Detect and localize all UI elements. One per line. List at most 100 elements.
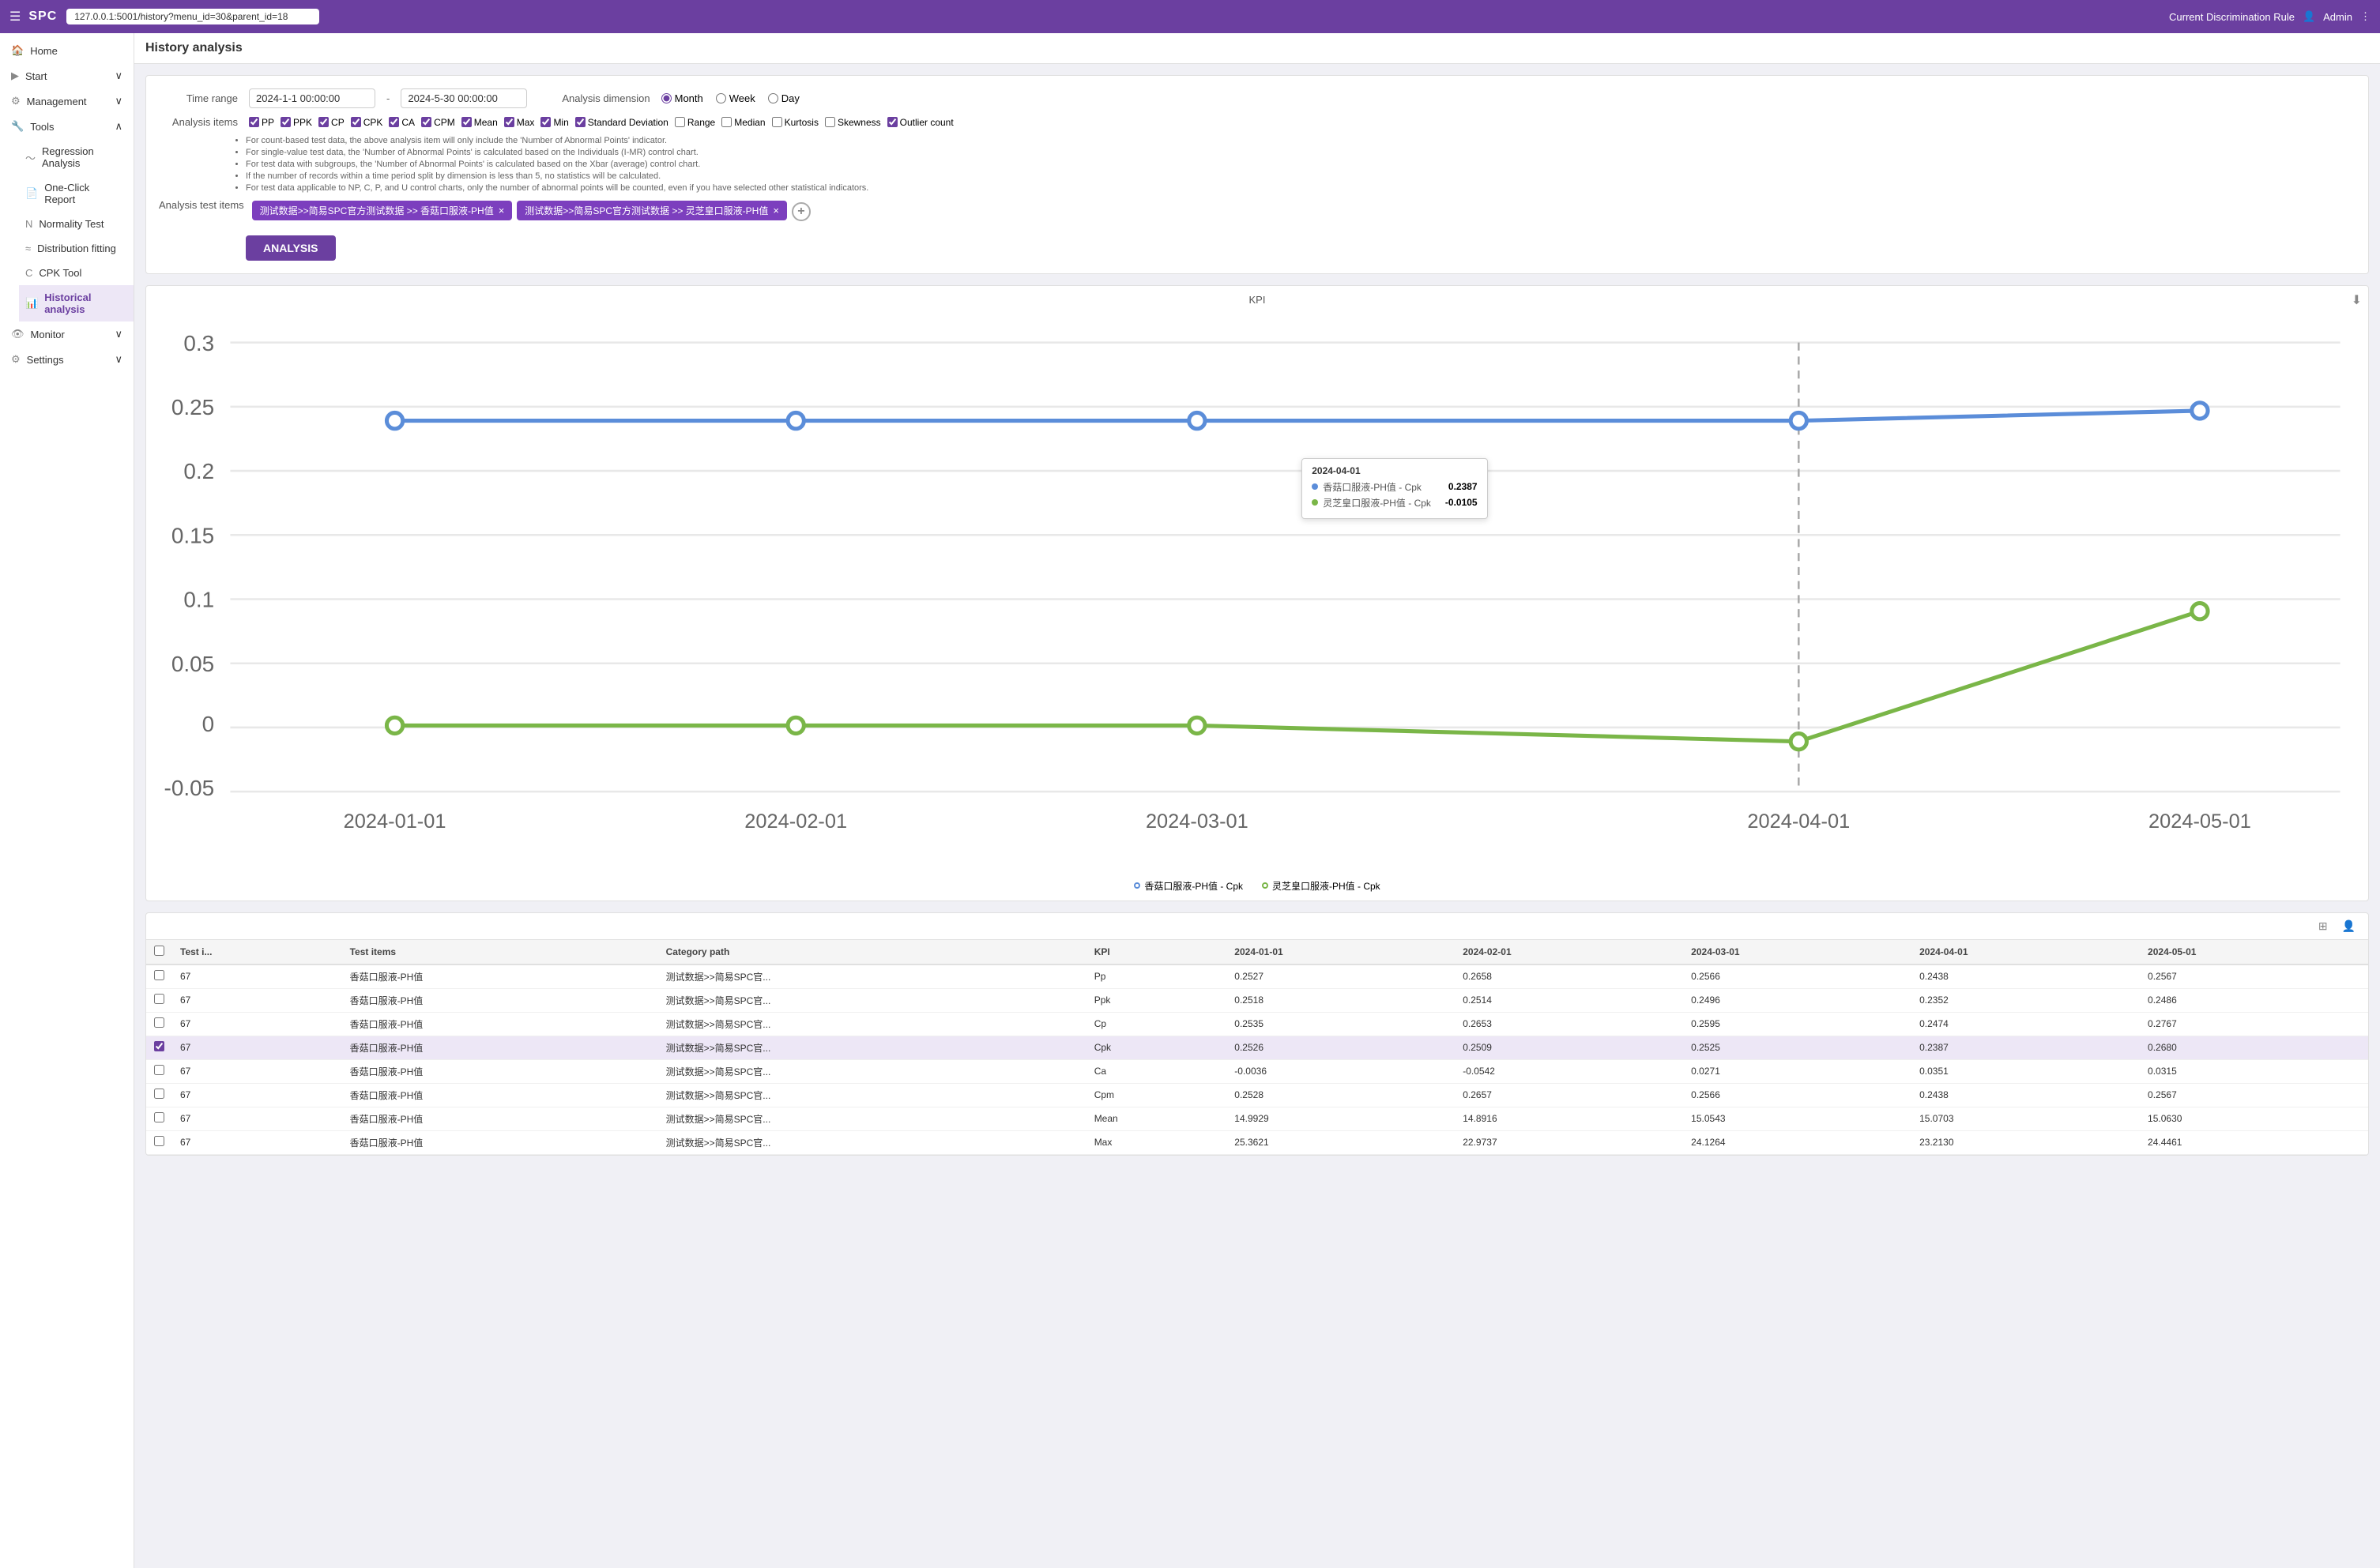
row-v4: 0.2352	[1911, 988, 2140, 1012]
cb-outlier[interactable]: Outlier count	[887, 117, 954, 128]
cb-mean[interactable]: Mean	[461, 117, 498, 128]
row-checkbox-cell[interactable]	[146, 1012, 172, 1036]
legend-item-2: 灵芝皇口服液-PH值 - Cpk	[1262, 879, 1380, 893]
tools-chevron-icon: ∧	[115, 120, 122, 133]
row-checkbox-cell[interactable]	[146, 1036, 172, 1059]
cb-range-label: Range	[687, 117, 715, 128]
row-checkbox-cell[interactable]	[146, 1107, 172, 1130]
sidebar: 🏠 Home ▶ Start ∨ ⚙ Management ∨ 🔧 Tools …	[0, 33, 134, 1568]
start-chevron-icon: ∨	[115, 70, 122, 82]
cb-ca-label: CA	[401, 117, 415, 128]
x-label-apr: 2024-04-01	[1747, 810, 1850, 833]
row-checkbox-cell[interactable]	[146, 1130, 172, 1154]
note-1: For count-based test data, the above ana…	[246, 136, 2356, 145]
table-row: 67 香菇口服液-PH值 测试数据>>简易SPC官... Cpm 0.2528 …	[146, 1083, 2368, 1107]
row-test-item: 香菇口服液-PH值	[342, 1059, 658, 1083]
row-checkbox-cell[interactable]	[146, 1083, 172, 1107]
row-v2: 0.2658	[1455, 964, 1683, 989]
row-v1: 0.2528	[1226, 1083, 1455, 1107]
cb-cp-label: CP	[331, 117, 345, 128]
sidebar-item-home[interactable]: 🏠 Home	[0, 38, 134, 63]
row-v1: 0.2535	[1226, 1012, 1455, 1036]
settings-icon: ⚙	[11, 353, 21, 366]
table-row: 67 香菇口服液-PH值 测试数据>>简易SPC官... Max 25.3621…	[146, 1130, 2368, 1154]
sidebar-item-regression[interactable]: 〜 Regression Analysis	[19, 139, 134, 175]
tag-1-close[interactable]: ×	[499, 205, 505, 216]
cb-median[interactable]: Median	[721, 117, 765, 128]
table-row: 67 香菇口服液-PH值 测试数据>>简易SPC官... Ppk 0.2518 …	[146, 988, 2368, 1012]
sidebar-item-monitor[interactable]: 👁 Monitor ∨	[0, 321, 134, 347]
series1-dot-4	[1791, 412, 1806, 428]
cb-skewness[interactable]: Skewness	[825, 117, 881, 128]
row-kpi: Ppk	[1086, 988, 1227, 1012]
row-v4: 0.2438	[1911, 964, 2140, 989]
row-v4: 15.0703	[1911, 1107, 2140, 1130]
row-checkbox-cell[interactable]	[146, 988, 172, 1012]
series1-line	[395, 411, 2200, 421]
content-inner: Time range - Analysis dimension Month We…	[134, 64, 2380, 1167]
tags-area: 测试数据>>简易SPC官方测试数据 >> 香菇口服液-PH值 × 测试数据>>简…	[252, 199, 811, 221]
table-toolbar: ⊞ 👤	[146, 913, 2368, 940]
th-kpi: KPI	[1086, 940, 1227, 964]
brand-label: SPC	[28, 9, 57, 24]
export-table-button[interactable]: 👤	[2337, 918, 2360, 934]
tag-2-text: 测试数据>>简易SPC官方测试数据 >> 灵芝皇口服液-PH值	[525, 204, 768, 217]
url-bar[interactable]: 127.0.0.1:5001/history?menu_id=30&parent…	[66, 9, 319, 24]
sidebar-item-management[interactable]: ⚙ Management ∨	[0, 88, 134, 114]
download-chart-button[interactable]: ⬇	[2352, 292, 2362, 308]
cb-ca[interactable]: CA	[389, 117, 415, 128]
date-from-input[interactable]	[249, 88, 375, 108]
sidebar-item-cpk-tool[interactable]: C CPK Tool	[19, 261, 134, 285]
tag-2-close[interactable]: ×	[773, 205, 779, 216]
sidebar-regression-label: Regression Analysis	[42, 145, 122, 169]
cb-kurtosis[interactable]: Kurtosis	[772, 117, 819, 128]
row-v4: 0.0351	[1911, 1059, 2140, 1083]
analysis-items-label: Analysis items	[159, 116, 238, 128]
legend-circle-2	[1262, 882, 1268, 889]
cb-cpm[interactable]: CPM	[421, 117, 455, 128]
start-icon: ▶	[11, 70, 19, 82]
cb-max-label: Max	[517, 117, 535, 128]
sidebar-item-settings[interactable]: ⚙ Settings ∨	[0, 347, 134, 372]
sidebar-item-tools[interactable]: 🔧 Tools ∧	[0, 114, 134, 139]
cb-max[interactable]: Max	[504, 117, 535, 128]
row-v4: 0.2438	[1911, 1083, 2140, 1107]
grid-view-button[interactable]: ⊞	[2314, 918, 2333, 934]
row-v2: 14.8916	[1455, 1107, 1683, 1130]
row-checkbox-cell[interactable]	[146, 964, 172, 989]
sidebar-item-normality[interactable]: N Normality Test	[19, 212, 134, 236]
row-test-item: 香菇口服液-PH值	[342, 1130, 658, 1154]
date-to-input[interactable]	[401, 88, 527, 108]
sidebar-item-start[interactable]: ▶ Start ∨	[0, 63, 134, 88]
row-v4: 23.2130	[1911, 1130, 2140, 1154]
radio-day[interactable]: Day	[768, 92, 800, 104]
cb-pp-label: PP	[262, 117, 274, 128]
sidebar-item-historical[interactable]: 📊 Historical analysis	[19, 285, 134, 321]
cb-ppk[interactable]: PPK	[281, 117, 312, 128]
row-v2: 22.9737	[1455, 1130, 1683, 1154]
monitor-chevron-icon: ∨	[115, 328, 122, 340]
th-select-all[interactable]	[146, 940, 172, 964]
analysis-button[interactable]: ANALYSIS	[246, 235, 336, 261]
th-col-may: 2024-05-01	[2140, 940, 2368, 964]
cb-stddev[interactable]: Standard Deviation	[575, 117, 668, 128]
y-label-0.15: 0.15	[171, 523, 214, 547]
cb-cpk[interactable]: CPK	[351, 117, 383, 128]
cb-min[interactable]: Min	[540, 117, 568, 128]
row-checkbox-cell[interactable]	[146, 1059, 172, 1083]
radio-month[interactable]: Month	[661, 92, 703, 104]
row-v2: 0.2657	[1455, 1083, 1683, 1107]
cb-kurtosis-label: Kurtosis	[785, 117, 819, 128]
cb-range[interactable]: Range	[675, 117, 715, 128]
add-tag-button[interactable]: +	[792, 202, 811, 221]
series2-line	[395, 611, 2200, 742]
sidebar-item-distribution[interactable]: ≈ Distribution fitting	[19, 236, 134, 261]
cb-pp[interactable]: PP	[249, 117, 274, 128]
radio-week[interactable]: Week	[716, 92, 755, 104]
admin-menu-icon[interactable]: ⋮	[2360, 10, 2371, 23]
analysis-btn-row: ANALYSIS	[246, 229, 2356, 261]
hamburger-icon[interactable]: ☰	[9, 9, 21, 24]
sidebar-item-one-click[interactable]: 📄 One-Click Report	[19, 175, 134, 212]
cb-cp[interactable]: CP	[318, 117, 345, 128]
table-panel: ⊞ 👤 Test i... Test items Category path K…	[145, 912, 2369, 1156]
